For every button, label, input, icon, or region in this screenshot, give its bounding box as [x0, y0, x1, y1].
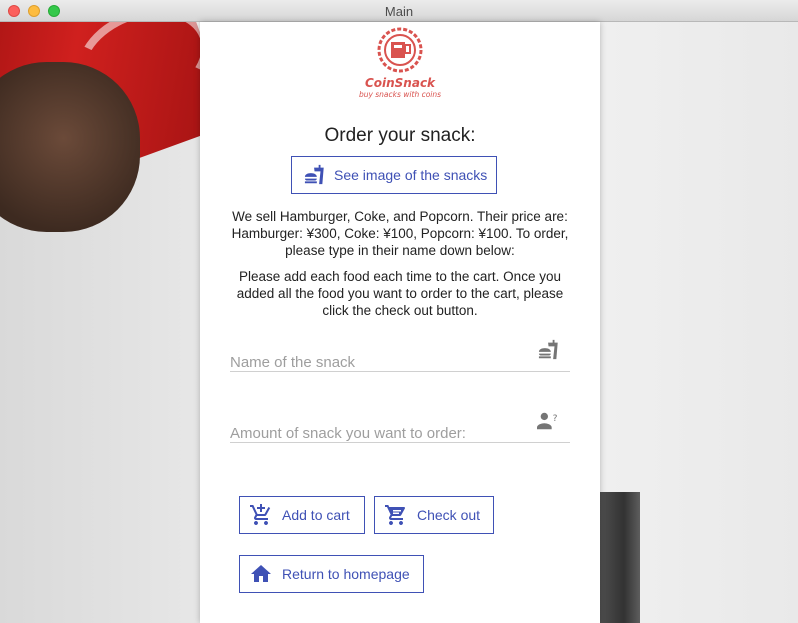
- amount-field[interactable]: Amount of snack you want to order: ?: [230, 406, 570, 443]
- return-homepage-label: Return to homepage: [282, 566, 410, 582]
- add-to-cart-label: Add to cart: [282, 507, 350, 523]
- snack-name-placeholder: Name of the snack: [230, 354, 356, 371]
- check-out-button[interactable]: Check out: [374, 496, 494, 534]
- window-titlebar: Main: [0, 0, 798, 22]
- cart-instructions: Please add each food each time to the ca…: [236, 269, 564, 318]
- glass-image: [600, 492, 640, 623]
- order-panel: CoinSnack buy snacks with coins Order yo…: [200, 22, 600, 623]
- add-to-cart-button[interactable]: Add to cart: [239, 496, 365, 534]
- logo-name: CoinSnack: [364, 76, 436, 90]
- window-title: Main: [384, 4, 414, 19]
- fastfood-icon: [302, 162, 328, 188]
- snack-name-field[interactable]: Name of the snack: [230, 335, 570, 372]
- see-snack-images-label: See image of the snacks: [334, 167, 488, 183]
- hand-image: [0, 62, 140, 232]
- shopping-cart-icon: [383, 502, 409, 528]
- add-shopping-cart-icon: [248, 502, 274, 528]
- logo-tagline: buy snacks with coins: [358, 90, 442, 99]
- return-homepage-button[interactable]: Return to homepage: [239, 555, 424, 593]
- amount-placeholder: Amount of snack you want to order:: [230, 425, 466, 442]
- person-question-icon: ?: [536, 410, 560, 437]
- fastfood-icon: [538, 339, 560, 366]
- price-description: We sell Hamburger, Coke, and Popcorn. Th…: [231, 209, 569, 258]
- coinsnack-logo: CoinSnack buy snacks with coins: [348, 26, 452, 106]
- coin-cup-icon: [377, 27, 423, 73]
- see-snack-images-button[interactable]: See image of the snacks: [291, 156, 497, 194]
- page-heading: Order your snack:: [324, 125, 476, 146]
- check-out-label: Check out: [417, 507, 481, 523]
- home-icon: [248, 561, 274, 587]
- svg-text:?: ?: [553, 413, 558, 424]
